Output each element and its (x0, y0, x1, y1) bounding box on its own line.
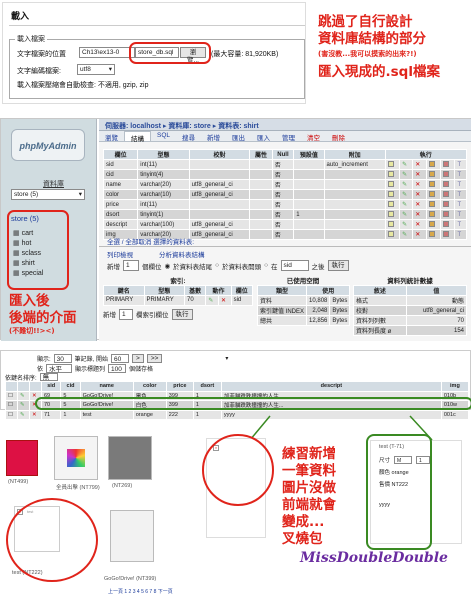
annotation-bottom: 練習新增 一筆資料 圖片沒做 前端就會 變成... 叉燒包 (282, 446, 336, 548)
product-image[interactable] (6, 440, 38, 476)
product-price: (NT499) (8, 479, 29, 485)
product-name: GoGo!Drive! (NT399) (104, 576, 157, 582)
annotation-line: 變成... (282, 514, 325, 530)
signature: MissDoubleDouble (300, 550, 448, 566)
annotation-line: 圖片沒做 (282, 480, 336, 496)
shop-area: (NT499) 全員出擊 (NT799) (NT269) × test test… (0, 430, 471, 600)
annotation-line: 練習新增 (282, 446, 336, 462)
product-image[interactable] (108, 436, 152, 480)
pagination[interactable]: 上一頁 1 2 3 4 5 6 7 8 下一頁 (108, 588, 173, 595)
product-price: (NT269) (112, 483, 133, 489)
annotation-line: 前端就會 (282, 497, 336, 513)
product-name: 全員出擊 (NT799) (56, 485, 100, 491)
product-image[interactable] (110, 510, 154, 562)
detail-image-highlight (202, 434, 274, 506)
detail-highlight (366, 434, 432, 550)
annotation-line: 叉燒包 (282, 531, 323, 547)
product-image[interactable] (54, 436, 98, 480)
print-pattern (67, 449, 85, 467)
annotation-line: 一筆資料 (282, 463, 336, 479)
new-item-highlight (6, 498, 98, 582)
